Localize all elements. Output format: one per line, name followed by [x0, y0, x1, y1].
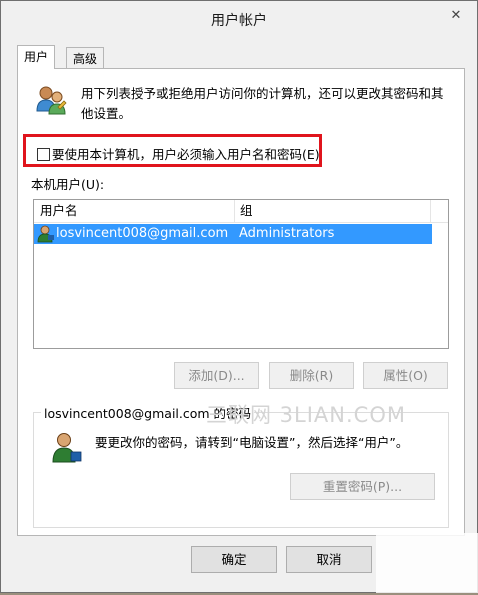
password-instructions: 要更改你的密码，请转到“电脑设置”，然后选择“用户”。: [95, 435, 409, 450]
window-title: 用户帐户: [211, 13, 267, 29]
table-row[interactable]: losvincent008@gmail.com Administrators: [34, 224, 432, 244]
users-listview[interactable]: 用户名 组 losvincent008@gmail.com Administra…: [33, 199, 449, 349]
user-icon: [37, 225, 55, 243]
user-key-icon: [49, 431, 83, 465]
add-button[interactable]: 添加(D)...: [174, 362, 259, 389]
list-header: 用户名 组: [34, 200, 448, 223]
reset-password-button[interactable]: 重置密码(P)...: [290, 473, 435, 500]
tab-advanced[interactable]: 高级: [66, 47, 105, 69]
require-login-highlight: 要使用本计算机，用户必须输入用户名和密码(E): [23, 134, 322, 167]
watermark-overlay: [376, 533, 478, 593]
local-users-label: 本机用户(U):: [31, 177, 105, 192]
password-group: [33, 412, 449, 528]
users-icon: [34, 83, 68, 117]
watermark-text: 三联网 3LIAN.COM: [206, 403, 406, 427]
tab-users[interactable]: 用户: [17, 45, 56, 69]
ok-button[interactable]: 确定: [191, 546, 277, 573]
description-text: 用下列表授予或拒绝用户访问你的计算机，还可以更改其密码和其他设置。: [81, 86, 444, 121]
user-name-cell: losvincent008@gmail.com: [56, 226, 229, 241]
column-header-group[interactable]: 组: [234, 200, 430, 222]
close-button[interactable]: ✕: [441, 6, 471, 26]
title-bar: 用户帐户 ✕: [1, 1, 477, 37]
remove-button[interactable]: 删除(R): [269, 362, 354, 389]
user-group-cell: Administrators: [239, 226, 335, 241]
column-header-username[interactable]: 用户名: [34, 200, 234, 222]
cancel-button[interactable]: 取消: [286, 546, 372, 573]
require-login-checkbox[interactable]: [37, 148, 50, 161]
properties-button[interactable]: 属性(O): [363, 362, 448, 389]
column-divider[interactable]: [430, 200, 431, 222]
user-accounts-window: 用户帐户 ✕ 用户 高级 用下列表授予或拒绝用户访问你的计算机，还可以更改其密码…: [0, 0, 478, 593]
require-login-label[interactable]: 要使用本计算机，用户必须输入用户名和密码(E): [52, 144, 320, 163]
